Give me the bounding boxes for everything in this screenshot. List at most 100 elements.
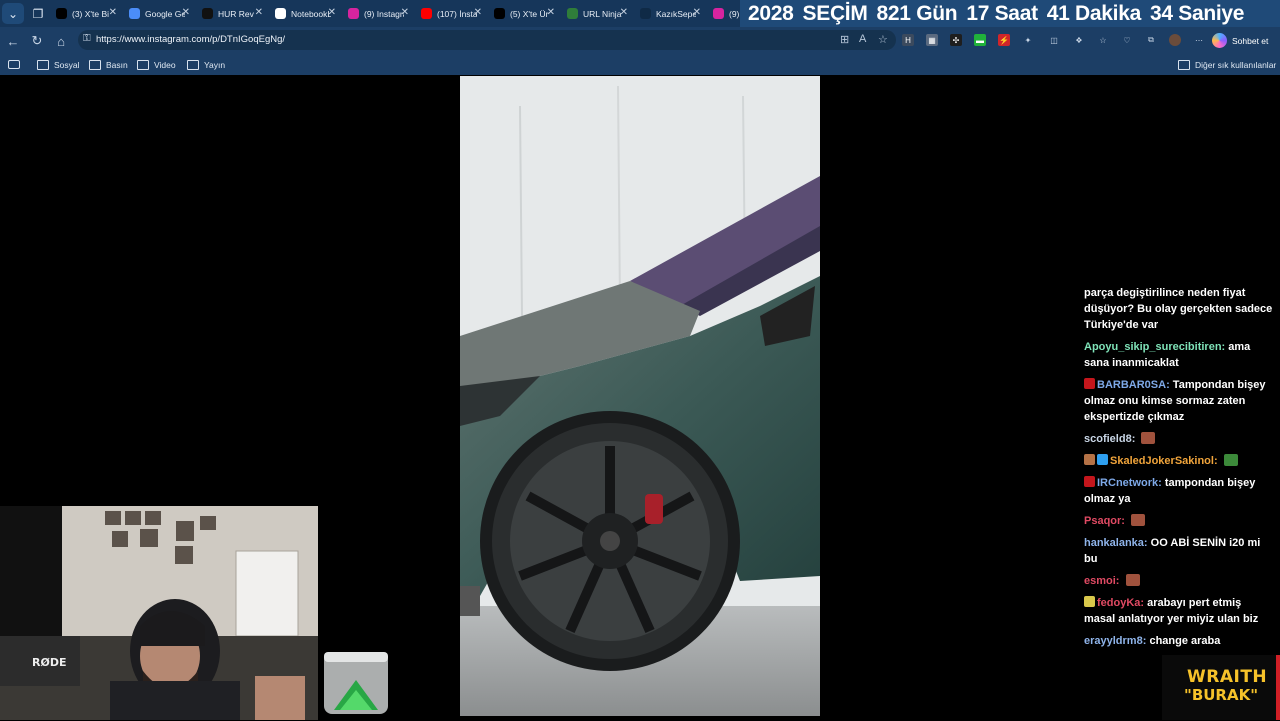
browser-tab[interactable]: (5) X'te Ür ✕ — [488, 3, 561, 24]
bookmark-folder[interactable]: Video — [137, 58, 176, 71]
chat-message: Apoyu_sikip_surecibitiren: ama sana inan… — [1084, 339, 1274, 371]
tab-close-icon[interactable]: ✕ — [620, 7, 628, 18]
extension-icon[interactable]: ▦ — [926, 34, 938, 46]
chat-badge-icon — [1084, 454, 1095, 465]
url-text[interactable]: https://www.instagram.com/p/DTnIGoqEgNg/ — [96, 34, 285, 45]
copilot-chat-button[interactable]: Sohbet et — [1212, 31, 1276, 50]
browser-tab[interactable]: HUR Rev ✕ — [196, 3, 269, 24]
tabs-container: (3) X'te Bi✕Google Gemini✕HUR Rev✕Notebo… — [50, 3, 750, 24]
extension-icon[interactable]: ⚡ — [998, 34, 1010, 46]
extension-icon[interactable]: ✣ — [950, 34, 962, 46]
tab-close-icon[interactable]: ✕ — [547, 7, 555, 18]
chat-username: esmoi — [1084, 575, 1116, 587]
workspaces-icon[interactable]: ❐ — [27, 3, 49, 24]
site-info-icon[interactable]: ⚿ — [83, 33, 95, 45]
sidebar-toggle-icon[interactable] — [8, 58, 20, 71]
url-ninja-icon — [567, 8, 578, 19]
stream-chat-overlay: parça degiştirilince neden fiyat düşüyor… — [1084, 285, 1274, 655]
countdown-segment: 2028 — [748, 1, 794, 25]
notebook-icon — [275, 8, 286, 19]
webcam-frame: RØDE — [0, 506, 318, 720]
extension-icon[interactable]: ▬ — [974, 34, 986, 46]
screenshot-icon[interactable]: ⧉ — [1145, 34, 1157, 46]
other-bookmarks-folder[interactable]: Diğer sık kullanılanlar — [1178, 58, 1276, 71]
chat-username: IRCnetwork — [1097, 477, 1159, 489]
browser-tab[interactable]: (9) Instagram✕ — [342, 3, 415, 24]
x-logo-icon — [56, 8, 67, 19]
tab-title: NotebookLM — [291, 8, 331, 19]
tab-close-icon[interactable]: ✕ — [255, 7, 263, 18]
bookmark-folder[interactable]: Basın — [89, 58, 128, 71]
chat-message: Psaqor: — [1084, 513, 1274, 529]
hur-icon — [202, 8, 213, 19]
x-logo-icon — [494, 8, 505, 19]
gemini-icon — [129, 8, 140, 19]
folder-icon — [37, 59, 49, 70]
tab-title: URL Ninja — [583, 8, 622, 19]
extension-icon[interactable]: H — [902, 34, 914, 46]
app-available-icon[interactable]: ⊞ — [840, 33, 849, 46]
address-field[interactable]: ⚿ https://www.instagram.com/p/DTnIGoqEgN… — [78, 30, 896, 50]
chat-badge-icon — [1084, 476, 1095, 487]
streamer-webcam: RØDE — [0, 506, 318, 720]
browser-tab[interactable]: URL Ninja ✕ — [561, 3, 634, 24]
browser-tab[interactable]: (3) X'te Bi ✕ — [50, 3, 123, 24]
tab-list-chevron-icon[interactable]: ⌄ — [2, 3, 24, 24]
collections-icon[interactable]: ♡ — [1121, 34, 1133, 46]
favorite-star-icon[interactable]: ☆ — [878, 33, 888, 46]
tab-close-icon[interactable]: ✕ — [401, 7, 409, 18]
chat-message: esmoi: — [1084, 573, 1274, 589]
countdown-segment: 17 Saat — [966, 1, 1038, 25]
chat-emote-icon — [1131, 514, 1146, 526]
chat-emote-icon — [1141, 432, 1156, 444]
chat-message: BARBAR0SA: Tampondan bişey olmaz onu kim… — [1084, 377, 1274, 425]
tab-close-icon[interactable]: ✕ — [328, 7, 336, 18]
browser-tab[interactable]: (107) İnsta ✕ — [415, 3, 488, 24]
chat-separator: : — [1143, 537, 1151, 549]
chat-message: scofield8: — [1084, 431, 1274, 447]
chat-username: Apoyu_sikip_surecibitiren — [1084, 341, 1222, 353]
tab-close-icon[interactable]: ✕ — [474, 7, 482, 18]
bookmark-folder[interactable]: Sosyal — [37, 58, 80, 71]
favorites-icon[interactable]: ☆ — [1097, 34, 1109, 46]
more-menu-icon[interactable]: ⋯ — [1193, 34, 1205, 46]
chat-username: SkaledJokerSakinol — [1110, 455, 1214, 467]
address-toolbar: ← ↻ ⌂ ⚿ https://www.instagram.com/p/DTnI… — [0, 27, 1280, 54]
profile-avatar[interactable] — [1169, 34, 1181, 46]
folder-icon — [89, 59, 101, 70]
tab-close-icon[interactable]: ✕ — [182, 7, 190, 18]
countdown-segment: 34 Saniye — [1149, 1, 1245, 25]
tab-title: (5) X'te Ür — [510, 8, 549, 19]
refresh-icon[interactable]: ↻ — [28, 32, 46, 50]
car-video-frame — [460, 76, 820, 716]
extensions-puzzle-icon[interactable]: ✦ — [1022, 34, 1034, 46]
chat-badge-icon — [1084, 596, 1095, 607]
browser-essentials-icon[interactable]: ❖ — [1073, 34, 1085, 46]
donation-jar — [322, 650, 390, 716]
bookmarks-bar: Sosyal Basın Video Yayın Diğer sık kulla… — [0, 54, 1280, 75]
chat-emote-icon — [1223, 454, 1238, 466]
back-icon[interactable]: ← — [4, 32, 22, 50]
chat-message: SkaledJokerSakinol: — [1084, 453, 1274, 469]
logo-line-1: WRAITH — [1187, 667, 1268, 687]
chat-separator: : — [1166, 379, 1173, 391]
chat-text: change araba — [1149, 635, 1221, 647]
split-screen-icon[interactable]: ◫ — [1048, 34, 1060, 46]
folder-icon — [187, 59, 199, 70]
tab-title: KazıkSepe — [656, 8, 696, 19]
tab-close-icon[interactable]: ✕ — [693, 7, 701, 18]
home-icon[interactable]: ⌂ — [52, 32, 70, 50]
chat-username: BARBAR0SA — [1097, 379, 1167, 391]
chat-text: parça degiştirilince neden fiyat düşüyor… — [1084, 287, 1273, 331]
bookmark-folder[interactable]: Yayın — [187, 58, 225, 71]
browser-tab[interactable]: KazıkSepe ✕ — [634, 3, 707, 24]
chat-separator: : — [1131, 433, 1139, 445]
read-aloud-icon[interactable]: A — [859, 33, 866, 45]
browser-tab[interactable]: NotebookLM✕ — [269, 3, 342, 24]
youtube-icon — [421, 8, 432, 19]
chat-badge-icon — [1097, 454, 1108, 465]
tab-close-icon[interactable]: ✕ — [109, 7, 117, 18]
instagram-post-video[interactable] — [460, 76, 820, 716]
tab-title: (3) X'te Bi — [72, 8, 110, 19]
browser-tab[interactable]: Google Gemini✕ — [123, 3, 196, 24]
